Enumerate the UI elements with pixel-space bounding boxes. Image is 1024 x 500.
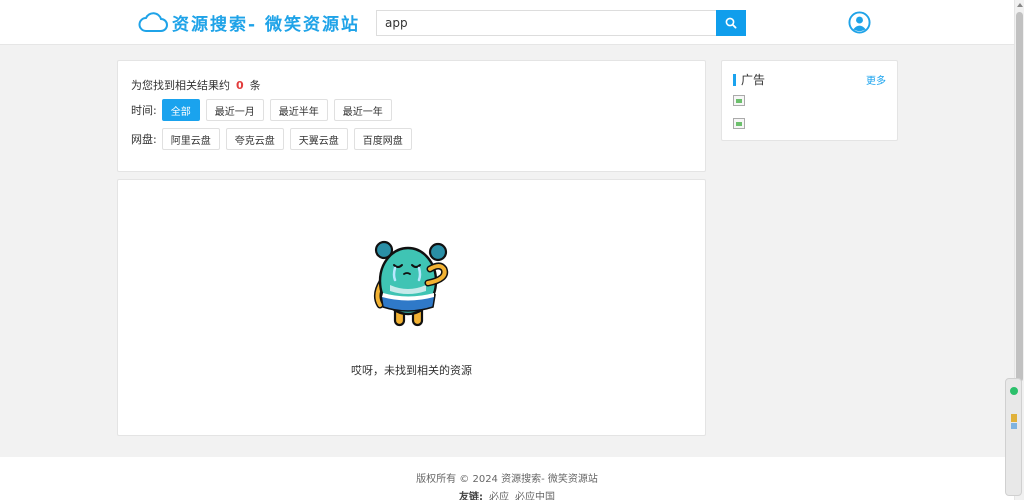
page-footer: 版权所有 © 2024 资源搜索- 微笑资源站 友链: 必应 必应中国 — [0, 457, 1014, 500]
scrollbar-thumb[interactable] — [1016, 12, 1023, 382]
search-icon — [725, 17, 737, 29]
filter-panel: 为您找到相关结果约 0 条 时间: 全部 最近一月 最近半年 最近一年 网盘: 阿里… — [117, 60, 706, 172]
floating-widget[interactable] — [1005, 378, 1022, 496]
time-filter-row: 时间: 全部 最近一月 最近半年 最近一年 — [131, 99, 398, 121]
crying-mascot-illustration — [373, 240, 449, 327]
result-prefix: 为您找到相关结果约 — [131, 79, 230, 92]
friend-links: 友链: 必应 必应中国 — [0, 488, 1014, 500]
status-check-icon — [1010, 387, 1018, 395]
disk-filter-label: 网盘: — [131, 133, 157, 146]
time-filter-all[interactable]: 全部 — [161, 99, 200, 121]
friend-link-bing-china[interactable]: 必应中国 — [515, 492, 555, 500]
result-suffix: 条 — [249, 79, 261, 92]
ad-panel: 广告 更多 — [721, 60, 898, 141]
time-filter-last-month[interactable]: 最近一月 — [205, 99, 264, 121]
result-summary: 为您找到相关结果约 0 条 — [131, 77, 261, 93]
site-title: 资源搜索- 微笑资源站 — [172, 14, 360, 35]
time-filter-last-half-year[interactable]: 最近半年 — [269, 99, 328, 121]
disk-filter-baidu[interactable]: 百度网盘 — [353, 128, 412, 150]
broken-image-icon[interactable] — [733, 118, 745, 129]
time-filter-label: 时间: — [131, 104, 157, 117]
disk-filter-quark[interactable]: 夸克云盘 — [225, 128, 284, 150]
time-filter-last-year[interactable]: 最近一年 — [333, 99, 392, 121]
cloud-icon — [138, 12, 168, 32]
friend-links-label: 友链: — [459, 492, 483, 500]
scroll-up-arrow-icon[interactable] — [1016, 1, 1024, 9]
copyright-text: 版权所有 © 2024 资源搜索- 微笑资源站 — [416, 474, 598, 485]
search-button[interactable] — [716, 10, 746, 36]
ad-title: 广告 — [733, 71, 765, 88]
top-header: 资源搜索- 微笑资源站 — [0, 0, 1014, 45]
ad-more-link[interactable]: 更多 — [866, 72, 886, 87]
site-logo[interactable]: 资源搜索- 微笑资源站 — [138, 9, 360, 35]
results-panel: 哎呀，未找到相关的资源 — [117, 179, 706, 436]
empty-result-message: 哎呀，未找到相关的资源 — [351, 364, 472, 377]
result-count: 0 — [236, 79, 244, 92]
widget-bar-icon — [1011, 414, 1017, 422]
user-avatar-icon[interactable] — [848, 11, 871, 34]
search-input[interactable] — [376, 10, 716, 36]
search-bar — [376, 10, 746, 36]
disk-filter-row: 网盘: 阿里云盘 夸克云盘 天翼云盘 百度网盘 — [131, 128, 418, 150]
friend-link-bing[interactable]: 必应 — [489, 492, 509, 500]
disk-filter-aliyun[interactable]: 阿里云盘 — [161, 128, 220, 150]
broken-image-icon[interactable] — [733, 95, 745, 106]
widget-bar-icon — [1011, 423, 1017, 429]
disk-filter-tianyi[interactable]: 天翼云盘 — [289, 128, 348, 150]
